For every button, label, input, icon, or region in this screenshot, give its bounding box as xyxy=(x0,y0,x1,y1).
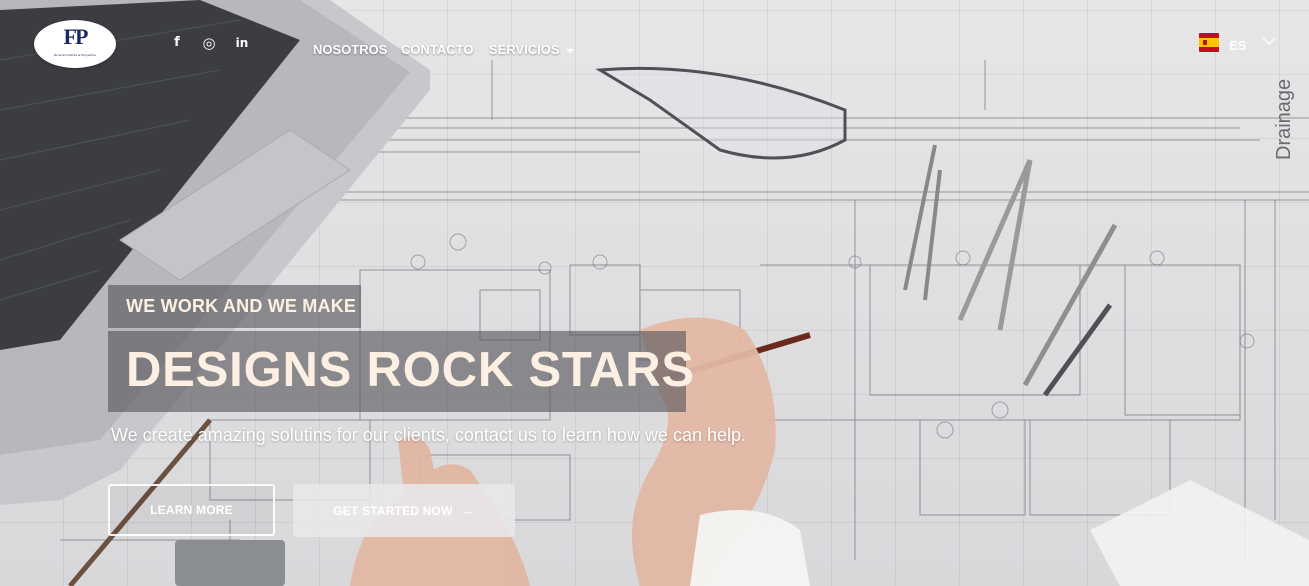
chevron-down-icon[interactable] xyxy=(1262,36,1276,46)
hero-headline: DESIGNS ROCK STARS xyxy=(126,343,695,397)
hero-subtitle: We create amazing solutins for our clien… xyxy=(111,425,746,445)
learn-more-button[interactable]: LEARN MORE xyxy=(108,484,275,536)
svg-text:Drainage: Drainage xyxy=(1273,79,1295,160)
get-started-button[interactable]: GET STARTED NOW → xyxy=(293,484,515,537)
hero-eyebrow: WE WORK AND WE MAKE xyxy=(126,296,357,316)
facebook-icon[interactable]: f xyxy=(169,35,185,51)
brand-logo[interactable]: FP Ricardo Infanta & Proyectos xyxy=(34,20,116,68)
get-started-label: GET STARTED NOW xyxy=(333,504,453,518)
nav-servicios[interactable]: SERVICIOS xyxy=(489,42,574,57)
logo-tagline: Ricardo Infanta & Proyectos xyxy=(54,53,96,57)
caret-down-icon xyxy=(565,48,574,53)
arrow-right-icon: → xyxy=(460,502,475,518)
language-code[interactable]: ES xyxy=(1229,38,1246,53)
instagram-icon[interactable]: ◎ xyxy=(201,35,217,51)
spain-flag-icon[interactable] xyxy=(1199,33,1219,52)
nav-servicios-label: SERVICIOS xyxy=(489,42,560,57)
nav-nosotros[interactable]: NOSOTROS xyxy=(313,42,387,57)
nav-contacto[interactable]: CONTACTO xyxy=(401,42,473,57)
linkedin-icon[interactable]: in xyxy=(234,35,250,51)
logo-mark: FP xyxy=(63,24,89,49)
